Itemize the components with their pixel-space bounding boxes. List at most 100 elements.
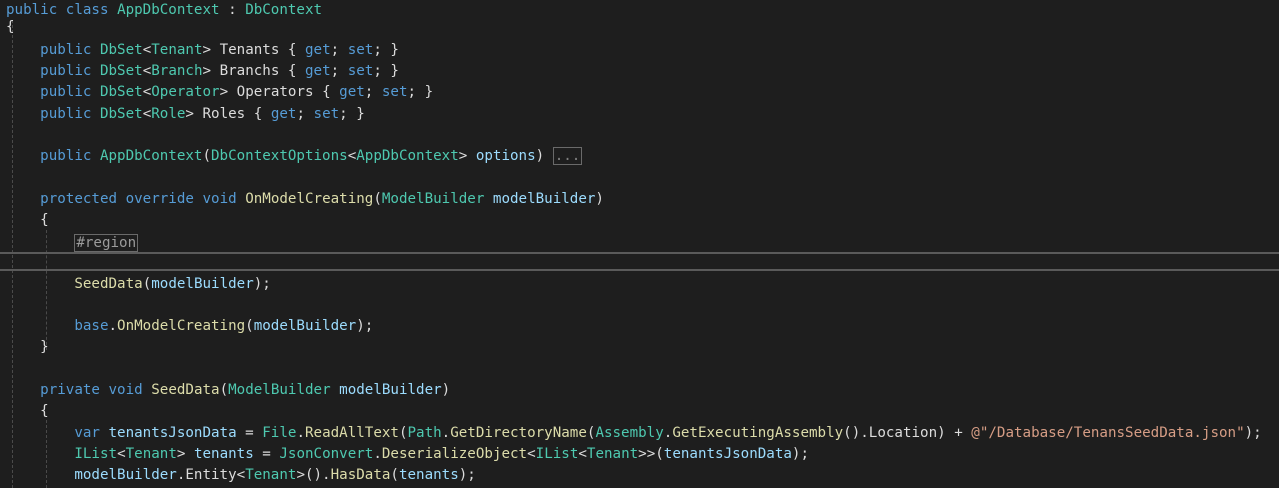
code-line: base.OnModelCreating(modelBuilder); (6, 316, 373, 337)
keyword-token: void (202, 191, 237, 207)
code-text: ( (390, 467, 399, 483)
keyword-token: class (65, 2, 109, 18)
type-token: DbSet (99, 42, 143, 58)
type-token: Tenant (586, 446, 639, 462)
code-text: < (142, 63, 152, 79)
code-line: IList<Tenant> tenants = JsonConvert.Dese… (6, 444, 809, 465)
code-text: ; } (339, 106, 365, 122)
code-text: ( (202, 148, 212, 164)
type-token: JsonConvert (279, 446, 374, 462)
code-text: ( (245, 318, 254, 334)
type-token: DbContext (245, 2, 323, 18)
code-text: .Entity< (176, 467, 246, 483)
keyword-token: get (304, 42, 331, 58)
code-line: public DbSet<Branch> Branchs { get; set;… (6, 61, 399, 82)
method-token: HasData (330, 467, 391, 483)
collapsed-region-marker[interactable]: #region (74, 234, 139, 252)
code-text: ( (373, 191, 382, 207)
code-text: < (578, 446, 587, 462)
keyword-token: public (6, 42, 92, 58)
type-token: Branch (151, 63, 203, 79)
code-text: > Branchs { (202, 63, 305, 79)
code-text: : (219, 2, 246, 18)
code-text: < (142, 106, 152, 122)
code-text: ; (364, 84, 382, 100)
type-token: Tenant (245, 467, 297, 483)
code-text: { (6, 212, 49, 228)
code-text: . (441, 425, 451, 441)
type-token: DbSet (99, 106, 143, 122)
code-text: < (142, 84, 152, 100)
code-text: ); (458, 467, 476, 483)
code-line: modelBuilder.Entity<Tenant>().HasData(te… (6, 465, 476, 486)
code-text: < (527, 446, 536, 462)
identifier-token: modelBuilder (74, 467, 177, 483)
identifier-token: tenantsJsonData (663, 446, 792, 462)
code-text: . (373, 446, 382, 462)
string-token: @"/Database/TenansSeedData.json" (971, 425, 1245, 441)
code-line: public DbSet<Role> Roles { get; set; } (6, 104, 365, 125)
code-text: ; (296, 106, 314, 122)
code-text: = (236, 425, 263, 441)
keyword-token: private (6, 382, 100, 398)
type-token: AppDbContext (356, 148, 459, 164)
code-text: ( (398, 425, 408, 441)
code-line: private void SeedData(ModelBuilder model… (6, 380, 450, 401)
collapsed-body-button[interactable]: ... (552, 147, 583, 165)
code-text: >>( (638, 446, 664, 462)
keyword-token: public (6, 84, 92, 100)
type-token: Path (407, 425, 442, 441)
code-text: { (6, 19, 15, 35)
keyword-token: get (304, 63, 331, 79)
code-text: > (458, 148, 476, 164)
code-text: > Roles { (185, 106, 271, 122)
method-token: GetDirectoryName (450, 425, 587, 441)
method-token: SeedData (151, 382, 220, 398)
code-text: ( (142, 276, 152, 292)
method-token: ReadAllText (304, 425, 399, 441)
keyword-token: set (347, 42, 374, 58)
type-token: Assembly (595, 425, 664, 441)
type-token: ModelBuilder (228, 382, 331, 398)
type-token: ModelBuilder (381, 191, 485, 207)
code-text: > Operators { (219, 84, 340, 100)
code-text: ) (595, 191, 604, 207)
code-text: } (6, 339, 49, 355)
keyword-token: public (6, 63, 92, 79)
identifier-token: tenantsJsonData (108, 425, 237, 441)
code-text: ().Location) + (843, 425, 972, 441)
code-text: ) (441, 382, 451, 398)
code-line: { (6, 210, 49, 231)
code-text: > Tenants { (202, 42, 305, 58)
keyword-token: public (6, 106, 92, 122)
code-line: } (6, 337, 49, 358)
code-line: public DbSet<Tenant> Tenants { get; set;… (6, 40, 399, 61)
code-text: >(). (296, 467, 331, 483)
code-text: ; (330, 42, 348, 58)
code-text: ( (219, 382, 229, 398)
code-text: . (296, 425, 305, 441)
code-line: public AppDbContext(DbContextOptions<App… (6, 146, 583, 167)
code-text: ; (330, 63, 348, 79)
code-text: ); (253, 276, 271, 292)
code-editor[interactable]: public class AppDbContext : DbContext{ p… (0, 0, 1279, 488)
identifier-token: modelBuilder (492, 191, 596, 207)
identifier-token: tenants (193, 446, 254, 462)
method-token: OnModelCreating (117, 318, 246, 334)
code-line: public class AppDbContext : DbContext (6, 0, 322, 21)
keyword-token: get (339, 84, 365, 100)
collapsed-region-separator (0, 252, 1279, 254)
method-token: DeserializeObject (381, 446, 528, 462)
keyword-token: set (347, 63, 374, 79)
code-line: #region (6, 233, 139, 254)
code-text: . (108, 318, 118, 334)
